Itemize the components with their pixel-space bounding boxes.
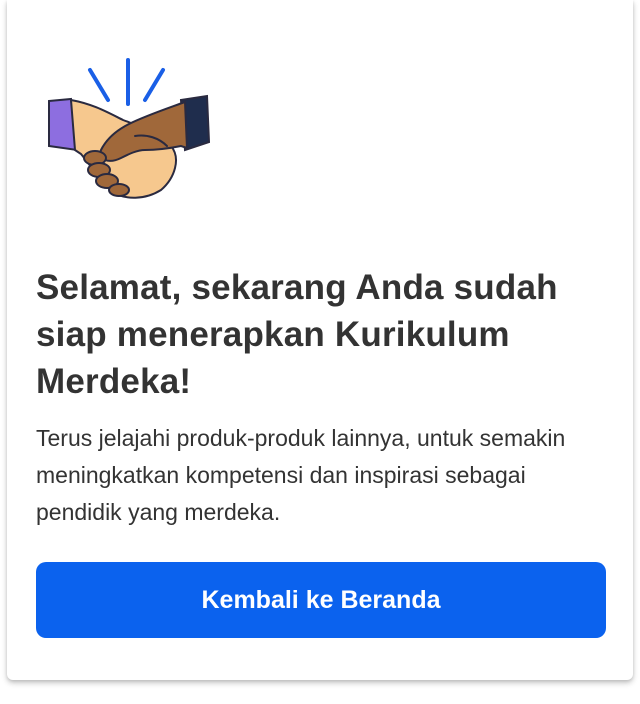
handshake-icon [48,58,211,199]
back-to-home-button[interactable]: Kembali ke Beranda [36,562,606,638]
spark-lines [88,58,165,106]
success-description: Terus jelajahi produk-produk lainnya, un… [36,425,566,525]
success-dialog: Selamat, sekarang Anda sudah siap menera… [7,0,633,680]
success-title: Selamat, sekarang Anda sudah siap menera… [36,268,558,401]
